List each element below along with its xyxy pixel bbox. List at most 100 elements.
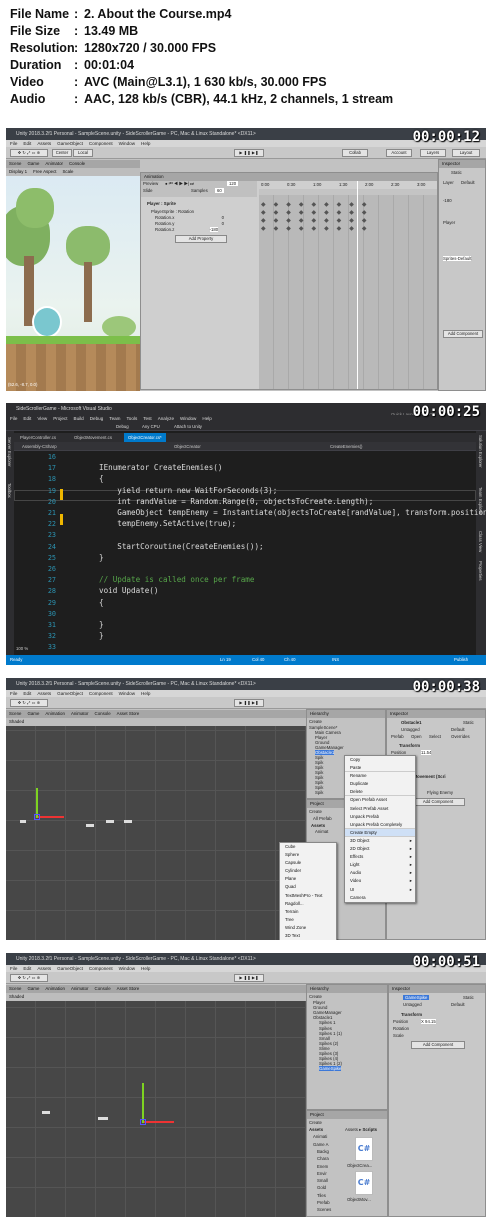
menu-component[interactable]: Component (89, 141, 113, 146)
submenu-item[interactable]: 3D Text (280, 932, 336, 940)
menu-window[interactable]: Window (119, 966, 135, 971)
add-component-button[interactable]: Add Component (443, 330, 483, 338)
config-dropdown[interactable]: Debug (116, 424, 129, 429)
class-dropdown[interactable]: ObjectCreator (174, 444, 201, 449)
menu-analyze[interactable]: Analyze (158, 416, 174, 421)
context-menu-item[interactable]: Camera (345, 894, 415, 902)
tab-animator[interactable]: Animator (45, 161, 63, 166)
menu-file[interactable]: File (10, 141, 17, 146)
attach-unity-button[interactable]: Attach to Unity (174, 424, 202, 429)
menu-edit[interactable]: Edit (23, 416, 31, 421)
create-dropdown[interactable]: Create (309, 719, 322, 724)
record-controls[interactable]: ● ⏮ ◀ ▶ ▶| ⏭ (165, 181, 194, 186)
context-menu-item[interactable]: Create Empty (345, 828, 415, 837)
tab-object-creator[interactable]: ObjectCreator.cs* (124, 433, 166, 442)
project-folder[interactable]: Animati (313, 1134, 327, 1139)
create-dropdown[interactable]: Create (309, 809, 322, 814)
static-checkbox[interactable]: Static (463, 720, 474, 725)
property-row[interactable]: Rotation.x 0 (155, 215, 224, 220)
context-menu-item[interactable]: Light ▸ (345, 861, 415, 869)
project-folder[interactable]: Small (317, 1178, 328, 1183)
submenu-item[interactable]: Terrain (280, 908, 336, 916)
context-menu-item[interactable]: Audio ▸ (345, 869, 415, 877)
tab-hierarchy[interactable]: Hierarchy (310, 986, 329, 991)
tab-animation[interactable]: Animation (45, 711, 65, 716)
code-line[interactable]: yield return new WaitForSeconds(3); (99, 486, 277, 495)
static-checkbox[interactable]: Static (463, 995, 474, 1000)
menu-build[interactable]: Build (74, 416, 84, 421)
add-component-button[interactable]: Add Component (411, 798, 465, 806)
code-line[interactable]: IEnumerator CreateEnemies() (99, 463, 222, 472)
menu-project[interactable]: Project (53, 416, 67, 421)
position-x-field[interactable]: 11.54 (421, 750, 432, 755)
play-controls[interactable]: ▶ ❚❚ ▶❚ (234, 699, 264, 707)
menu-assets[interactable]: Assets (37, 691, 51, 696)
dopesheet[interactable]: 0:00 0:30 1:00 1:30 2:00 2:30 3:00 ◆◆◆◆◆… (259, 181, 437, 389)
menu-edit[interactable]: Edit (23, 966, 31, 971)
static-checkbox[interactable]: Static (451, 170, 462, 175)
project-item[interactable]: Animat (315, 829, 328, 834)
preview-toggle[interactable]: Preview (143, 181, 158, 186)
field-value[interactable]: -180 (443, 198, 452, 203)
menu-help[interactable]: Help (141, 141, 150, 146)
center-toggle[interactable]: Center (52, 149, 72, 157)
project-folder[interactable]: Backg (317, 1149, 329, 1154)
publish-button[interactable]: Publish (454, 657, 468, 662)
position-x-field[interactable]: X 94.15 (421, 1019, 436, 1024)
submenu-item[interactable]: Cube (280, 843, 336, 851)
tab-project[interactable]: Project (310, 1112, 324, 1117)
file-label[interactable]: ObjectCrea... (347, 1163, 372, 1168)
game-view[interactable]: (52.6, -8.7, 0.0) (6, 176, 140, 391)
context-menu-item[interactable]: Effects ▸ (345, 853, 415, 861)
menu-window[interactable]: Window (119, 691, 135, 696)
menu-file[interactable]: File (10, 691, 17, 696)
tab-inspector[interactable]: Inspector (442, 161, 460, 166)
tab-game[interactable]: Game (27, 161, 39, 166)
code-line[interactable]: { (99, 598, 104, 607)
tab-scene[interactable]: Scene (9, 711, 21, 716)
code-line[interactable]: int randValue = Random.Range(0, objectsT… (99, 497, 373, 506)
aspect-dropdown[interactable]: Free Aspect (33, 169, 56, 174)
account-button[interactable]: Account (386, 149, 412, 157)
menu-help[interactable]: Help (202, 416, 211, 421)
prefab-overrides-dropdown[interactable]: Overrides (451, 734, 470, 739)
tab-console[interactable]: Console (69, 161, 85, 166)
context-menu-item[interactable]: 2D Object ▸ (345, 845, 415, 853)
object-name-field[interactable]: Obstacle1 (401, 720, 422, 725)
tag-dropdown[interactable]: Untagged (403, 1002, 422, 1007)
submenu-item[interactable]: Quad (280, 883, 336, 891)
project-folder[interactable]: Tiles (317, 1193, 326, 1198)
scale-slider[interactable]: Scale (63, 169, 74, 174)
enemy-type-dropdown[interactable]: Flying Enemy (427, 790, 453, 795)
tab-console[interactable]: Console (95, 986, 111, 991)
project-folder[interactable]: Gold (317, 1185, 326, 1190)
context-menu-item[interactable]: Rename (345, 772, 415, 780)
menu-file[interactable]: File (10, 966, 17, 971)
transform-tools[interactable]: ✥ ↻ ⤢ ▭ ⊕ (10, 699, 48, 707)
tab-inspector[interactable]: Inspector (392, 986, 410, 991)
clip-dropdown[interactable]: Slide (143, 188, 153, 193)
context-menu-item[interactable]: Copy (345, 756, 415, 764)
play-controls[interactable]: ▶ ❚❚ ▶❚ (234, 974, 264, 982)
submenu-item[interactable]: Cylinder (280, 867, 336, 875)
context-menu-item[interactable]: Delete (345, 788, 415, 797)
shading-dropdown[interactable]: Shaded (9, 719, 24, 724)
menu-view[interactable]: View (37, 416, 47, 421)
tab-animation[interactable]: Animation (144, 174, 164, 179)
context-menu-item[interactable]: 3D Object ▸ (345, 837, 415, 845)
create-dropdown[interactable]: Create (309, 1120, 322, 1125)
menu-tools[interactable]: Tools (127, 416, 138, 421)
menu-team[interactable]: Team (109, 416, 120, 421)
menu-gameobject[interactable]: GameObject (57, 141, 83, 146)
material-field[interactable]: Sprites-Default (443, 256, 472, 261)
class-view-tab[interactable]: Class View (478, 531, 483, 552)
tab-asset-store[interactable]: Asset Store (117, 711, 140, 716)
menu-window[interactable]: Window (180, 416, 196, 421)
platform-dropdown[interactable]: Any CPU (142, 424, 160, 429)
menu-edit[interactable]: Edit (23, 141, 31, 146)
tag-dropdown[interactable]: Untagged (401, 727, 420, 732)
layer-dropdown[interactable]: Default (451, 1002, 465, 1007)
menu-component[interactable]: Component (89, 691, 113, 696)
context-menu-item[interactable]: Video ▸ (345, 877, 415, 885)
csharp-file-icon[interactable]: C# (355, 1171, 373, 1195)
